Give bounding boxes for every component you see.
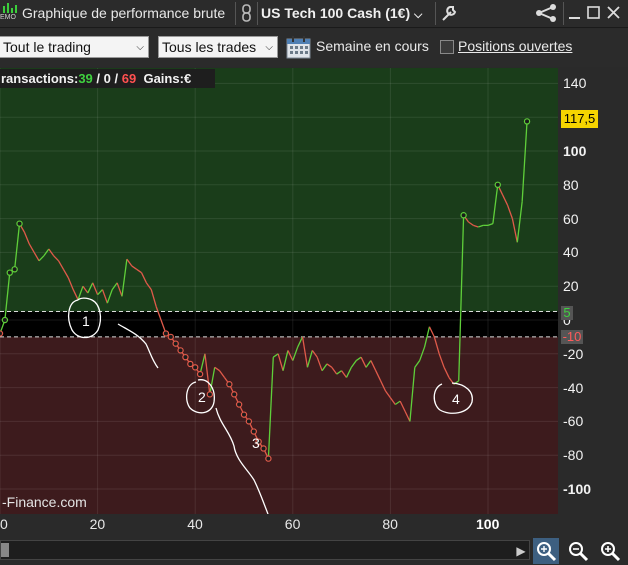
watermark: -Finance.com: [2, 494, 87, 510]
y-tick-label: -60: [563, 413, 584, 430]
trade-point: [235, 401, 243, 408]
x-tick-label: 80: [382, 516, 398, 532]
trade-point: [523, 118, 531, 125]
annotation-label: 1: [82, 313, 90, 329]
trade-point: [191, 364, 199, 371]
positive-zone: [0, 68, 558, 312]
trade-point: [206, 391, 214, 398]
trade-point: [460, 212, 467, 219]
annotation-label: 3: [252, 435, 260, 451]
trade-point: [11, 266, 18, 273]
trade-point: [265, 455, 272, 462]
close-icon[interactable]: [605, 2, 623, 24]
trade-point: [226, 381, 233, 388]
minimize-icon[interactable]: [566, 2, 584, 24]
link-icon[interactable]: [237, 2, 257, 24]
chart-toolbar: Tout le trading ⌵ Tous les trades ⌵ Sema…: [0, 29, 628, 67]
trading-mode-select[interactable]: Tout le trading ⌵: [0, 36, 149, 58]
trade-point: [172, 340, 179, 347]
losing-trades-count: 69: [121, 71, 137, 86]
maximize-icon[interactable]: [585, 2, 603, 24]
annotation-label: 2: [198, 389, 206, 405]
gains-currency: €: [183, 71, 192, 86]
chevron-down-icon: ⌵: [136, 42, 144, 53]
trades-filter-select[interactable]: Tous les trades ⌵: [158, 36, 278, 58]
chevron-down-icon: ⌵: [265, 42, 273, 53]
stats-separator: /: [114, 71, 119, 86]
trade-point: [177, 347, 184, 354]
x-tick-label: 20: [89, 516, 106, 532]
winning-trades-count: 39: [78, 71, 93, 86]
zone-lower-tag: -10: [561, 329, 583, 344]
period-label[interactable]: Semaine en cours: [316, 38, 429, 54]
trade-point: [231, 391, 238, 398]
x-tick-label: 40: [187, 516, 203, 532]
y-tick-label: -20: [563, 345, 584, 362]
scroll-right-arrow-icon[interactable]: ▶: [514, 544, 528, 558]
window-title: Graphique de performance brute: [22, 5, 226, 21]
scrollbar-thumb[interactable]: [1, 543, 9, 557]
trade-point: [6, 269, 13, 276]
zoom-out-icon[interactable]: [565, 538, 591, 564]
trade-point: [162, 330, 170, 337]
demo-badge: EMO: [0, 14, 16, 21]
demo-logo-icon: [3, 3, 17, 13]
open-positions-checkbox[interactable]: [440, 40, 454, 54]
trade-point: [250, 428, 257, 435]
neutral-trades-count: 0: [103, 71, 111, 86]
current-value-tag: 117,5: [561, 110, 598, 128]
y-tick-label: 80: [563, 176, 579, 193]
instrument-name: US Tech 100 Cash (1€): [261, 5, 411, 21]
chevron-down-icon: ⌵: [414, 9, 423, 21]
stats-separator: /: [96, 71, 101, 86]
chart-zones: [0, 68, 558, 514]
y-tick-label: -40: [563, 379, 584, 396]
trade-point: [196, 370, 204, 378]
trade-point: [182, 353, 189, 361]
trade-point: [187, 360, 194, 368]
y-tick-label: 140: [563, 75, 587, 92]
divider: [235, 2, 236, 25]
open-positions-link[interactable]: Positions ouvertes: [458, 38, 572, 54]
wrench-icon[interactable]: [438, 2, 460, 24]
negative-zone: [0, 336, 558, 514]
y-tick-label: 100: [563, 143, 587, 159]
performance-chart[interactable]: 1 2 3 4: [0, 68, 558, 514]
annotation-label: 4: [452, 391, 460, 407]
trade-point: [245, 418, 253, 425]
x-tick-label: 100: [476, 516, 500, 532]
divider: [563, 2, 564, 25]
x-tick-label: 0: [0, 516, 8, 532]
trade-point: [240, 411, 248, 418]
zone-upper-tag: 5: [561, 306, 573, 320]
trades-filter-value: Tous les trades: [162, 39, 257, 55]
y-tick-label: 20: [563, 278, 579, 295]
calendar-icon[interactable]: [285, 34, 312, 60]
y-tick-label: 60: [563, 210, 579, 227]
zoom-fit-icon[interactable]: [533, 538, 559, 564]
y-tick-label: -80: [563, 447, 584, 464]
horizontal-scrollbar[interactable]: [0, 540, 530, 560]
gains-label: Gains:: [143, 71, 184, 86]
trade-point: [260, 445, 267, 452]
y-tick-label: -100: [563, 481, 592, 497]
x-tick-label: 60: [284, 516, 301, 532]
trade-point: [0, 330, 4, 337]
divider: [435, 2, 436, 25]
trade-point: [494, 181, 501, 189]
share-icon[interactable]: [534, 2, 560, 24]
zoom-in-icon[interactable]: [597, 538, 623, 564]
x-axis: [0, 514, 558, 540]
trade-point: [167, 333, 174, 341]
trade-point: [1, 316, 9, 324]
divider: [257, 2, 258, 25]
y-tick-label: 40: [563, 244, 579, 261]
trade-point: [16, 220, 23, 227]
instrument-selector[interactable]: US Tech 100 Cash (1€) ⌵: [261, 5, 422, 22]
trading-mode-value: Tout le trading: [3, 39, 91, 55]
stats-label: ransactions:: [1, 71, 79, 86]
title-bar: EMO Graphique de performance brute US Te…: [0, 0, 628, 28]
trade-stats-bar: ransactions:39 / 0 / 69 Gains:€: [0, 69, 215, 88]
